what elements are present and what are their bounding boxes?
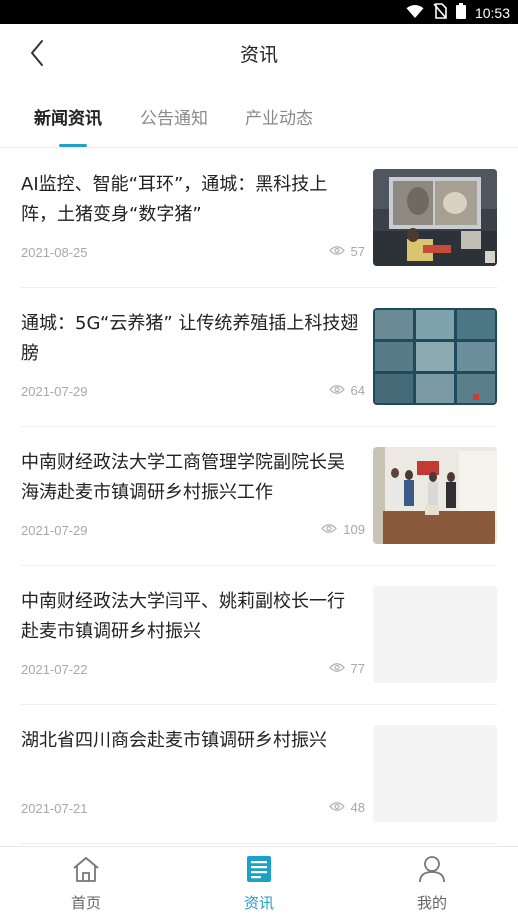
- news-item[interactable]: 中南财经政法大学工商管理学院副院长吴海涛赴麦市镇调研乡村振兴工作 2021-07…: [21, 427, 497, 566]
- nav-profile[interactable]: 我的: [392, 855, 472, 913]
- view-count: 109: [321, 522, 365, 537]
- view-count: 77: [328, 661, 365, 676]
- news-thumbnail-placeholder: [373, 586, 497, 683]
- news-thumbnail: [373, 447, 497, 544]
- tab-bar-top: 新闻资讯 公告通知 产业动态: [0, 84, 518, 148]
- nav-home-label: 首页: [70, 894, 101, 912]
- news-title: 湖北省四川商会赴麦市镇调研乡村振兴: [21, 730, 327, 751]
- view-count-value: 109: [343, 522, 365, 537]
- home-icon: [71, 855, 101, 887]
- tab-news[interactable]: 新闻资讯: [34, 104, 102, 129]
- tab-announcements[interactable]: 公告通知: [140, 104, 208, 129]
- news-date: 2021-07-29: [21, 384, 88, 399]
- nav-news-label: 资讯: [243, 894, 274, 912]
- battery-icon: [455, 3, 466, 23]
- nav-news[interactable]: 资讯: [219, 855, 299, 913]
- news-title: 中南财经政法大学闫平、姚莉副校长一行 赴麦市镇调研乡村振兴: [21, 591, 345, 642]
- no-sim-icon: [433, 3, 447, 23]
- news-thumbnail: [373, 169, 497, 266]
- news-thumbnail: [373, 308, 497, 405]
- status-bar: 10:53: [0, 0, 518, 24]
- news-date: 2021-08-25: [21, 245, 88, 260]
- view-count-value: 48: [350, 800, 365, 815]
- news-date: 2021-07-21: [21, 801, 88, 816]
- news-item[interactable]: 中南财经政法大学闫平、姚莉副校长一行 赴麦市镇调研乡村振兴 2021-07-22…: [21, 566, 497, 705]
- news-title: 中南财经政法大学工商管理学院副院长吴海涛赴麦市镇调研乡村振兴工作: [21, 452, 345, 503]
- bottom-nav: 首页 资讯 我的: [0, 846, 518, 922]
- view-count: 48: [328, 800, 365, 815]
- news-list: AI监控、智能“耳环”，通城：黑科技上阵，土猪变身“数字猪” 2021-08-2…: [0, 149, 518, 844]
- eye-icon: [328, 661, 345, 676]
- nav-bar: 资讯: [0, 24, 518, 84]
- view-count-value: 77: [350, 661, 365, 676]
- eye-icon: [328, 383, 345, 398]
- view-count: 64: [328, 383, 365, 398]
- page-title: 资讯: [239, 44, 278, 66]
- nav-profile-label: 我的: [416, 894, 447, 912]
- eye-icon: [328, 244, 345, 259]
- news-date: 2021-07-22: [21, 662, 88, 677]
- news-item[interactable]: AI监控、智能“耳环”，通城：黑科技上阵，土猪变身“数字猪” 2021-08-2…: [21, 149, 497, 288]
- news-thumbnail-placeholder: [373, 725, 497, 822]
- view-count: 57: [328, 244, 365, 259]
- status-time: 10:53: [474, 5, 510, 21]
- eye-icon: [328, 800, 345, 815]
- news-title: 通城：5G“云养猪” 让传统养殖插上科技翅膀: [21, 313, 359, 364]
- eye-icon: [321, 522, 338, 537]
- nav-home[interactable]: 首页: [46, 855, 126, 913]
- active-tab-indicator: [59, 144, 87, 147]
- status-icons: 10:53: [406, 3, 510, 23]
- news-item[interactable]: 湖北省四川商会赴麦市镇调研乡村振兴 2021-07-21 48: [21, 705, 497, 844]
- news-item[interactable]: 通城：5G“云养猪” 让传统养殖插上科技翅膀 2021-07-29 64: [21, 288, 497, 427]
- news-date: 2021-07-29: [21, 523, 88, 538]
- news-icon: [244, 855, 274, 887]
- wifi-icon: [406, 4, 424, 23]
- news-title: AI监控、智能“耳环”，通城：黑科技上阵，土猪变身“数字猪”: [21, 174, 328, 225]
- tab-industry[interactable]: 产业动态: [245, 104, 313, 129]
- view-count-value: 57: [350, 244, 365, 259]
- view-count-value: 64: [350, 383, 365, 398]
- user-icon: [417, 855, 447, 887]
